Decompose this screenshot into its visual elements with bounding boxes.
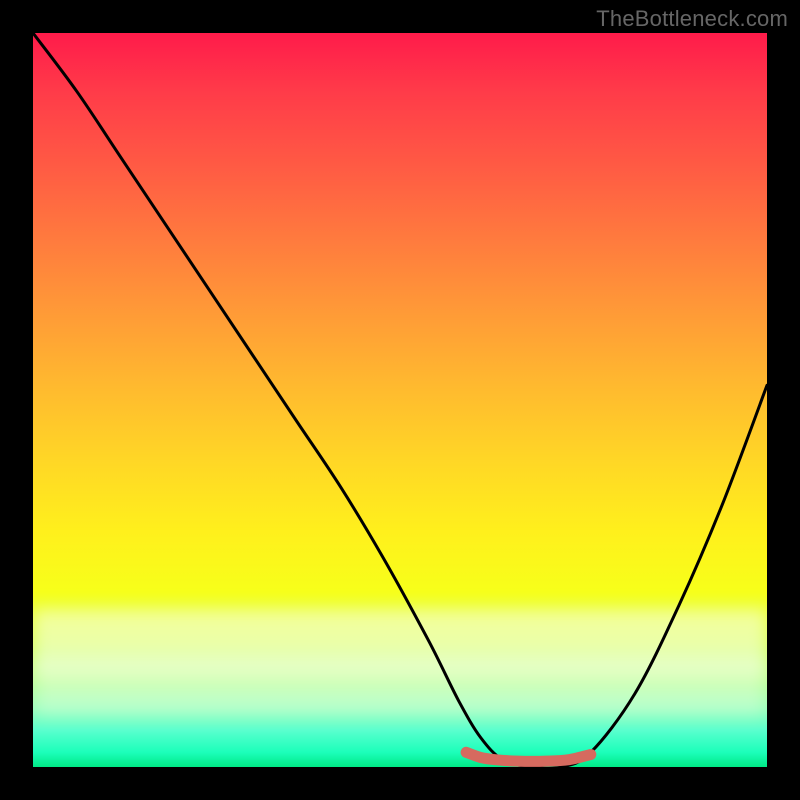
plot-area bbox=[33, 33, 767, 767]
chart-frame: TheBottleneck.com bbox=[0, 0, 800, 800]
bottleneck-curve bbox=[33, 33, 767, 767]
curve-layer bbox=[33, 33, 767, 767]
sweet-spot-marker bbox=[466, 752, 591, 761]
watermark-text: TheBottleneck.com bbox=[596, 6, 788, 32]
